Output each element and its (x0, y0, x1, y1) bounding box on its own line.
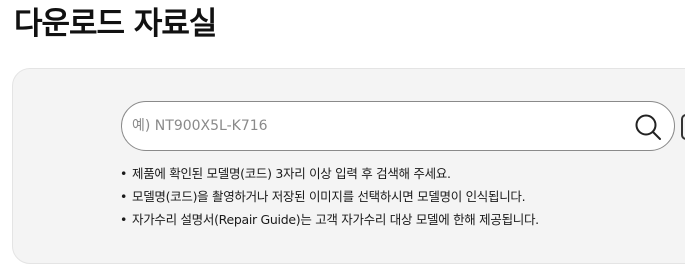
guide-item-text: 자가수리 설명서(Repair Guide)는 고객 자가수리 대상 모델에 한… (132, 212, 539, 227)
guide-item: • 제품에 확인된 모델명(코드) 3자리 이상 입력 후 검색해 주세요. (120, 162, 539, 185)
search-input[interactable] (132, 110, 612, 142)
guide-item: • 자가수리 설명서(Repair Guide)는 고객 자가수리 대상 모델에 … (120, 208, 539, 231)
search-icon (635, 114, 661, 140)
page-title: 다운로드 자료실 (14, 6, 217, 42)
search-guide-list: • 제품에 확인된 모델명(코드) 3자리 이상 입력 후 검색해 주세요. • 모… (120, 162, 539, 231)
bullet: • (120, 212, 128, 227)
bullet: • (120, 166, 128, 181)
guide-item: • 모델명(코드)을 촬영하거나 저장된 이미지를 선택하시면 모델명이 인식됩니… (120, 185, 539, 208)
bullet: • (120, 189, 128, 204)
search-box[interactable] (121, 101, 675, 151)
camera-icon[interactable] (681, 114, 685, 140)
guide-item-text: 모델명(코드)을 촬영하거나 저장된 이미지를 선택하시면 모델명이 인식됩니다… (132, 189, 526, 204)
guide-item-text: 제품에 확인된 모델명(코드) 3자리 이상 입력 후 검색해 주세요. (132, 166, 451, 181)
search-button[interactable] (632, 111, 664, 143)
